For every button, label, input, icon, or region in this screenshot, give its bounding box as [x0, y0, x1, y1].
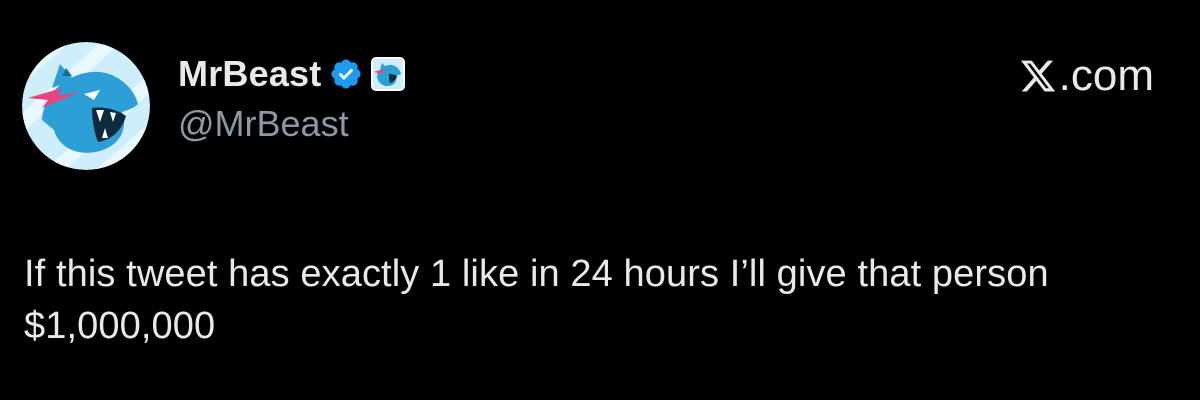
verified-badge-icon[interactable]: [329, 57, 363, 91]
display-name-row: MrBeast: [178, 52, 406, 96]
tweet-card: MrBeast @MrBeast .com If this tweet has …: [0, 0, 1200, 400]
brand-label: .com: [1058, 51, 1154, 100]
mrbeast-affiliate-badge-icon[interactable]: [371, 57, 406, 91]
tweet-text: If this tweet has exactly 1 like in 24 h…: [24, 253, 1049, 347]
mrbeast-panther-logo-icon: [22, 42, 150, 170]
handle[interactable]: @MrBeast: [178, 106, 349, 142]
brand-mark: .com: [1019, 54, 1154, 98]
x-logo-icon: [1019, 56, 1057, 96]
avatar[interactable]: [22, 42, 150, 170]
display-name[interactable]: MrBeast: [178, 56, 321, 92]
